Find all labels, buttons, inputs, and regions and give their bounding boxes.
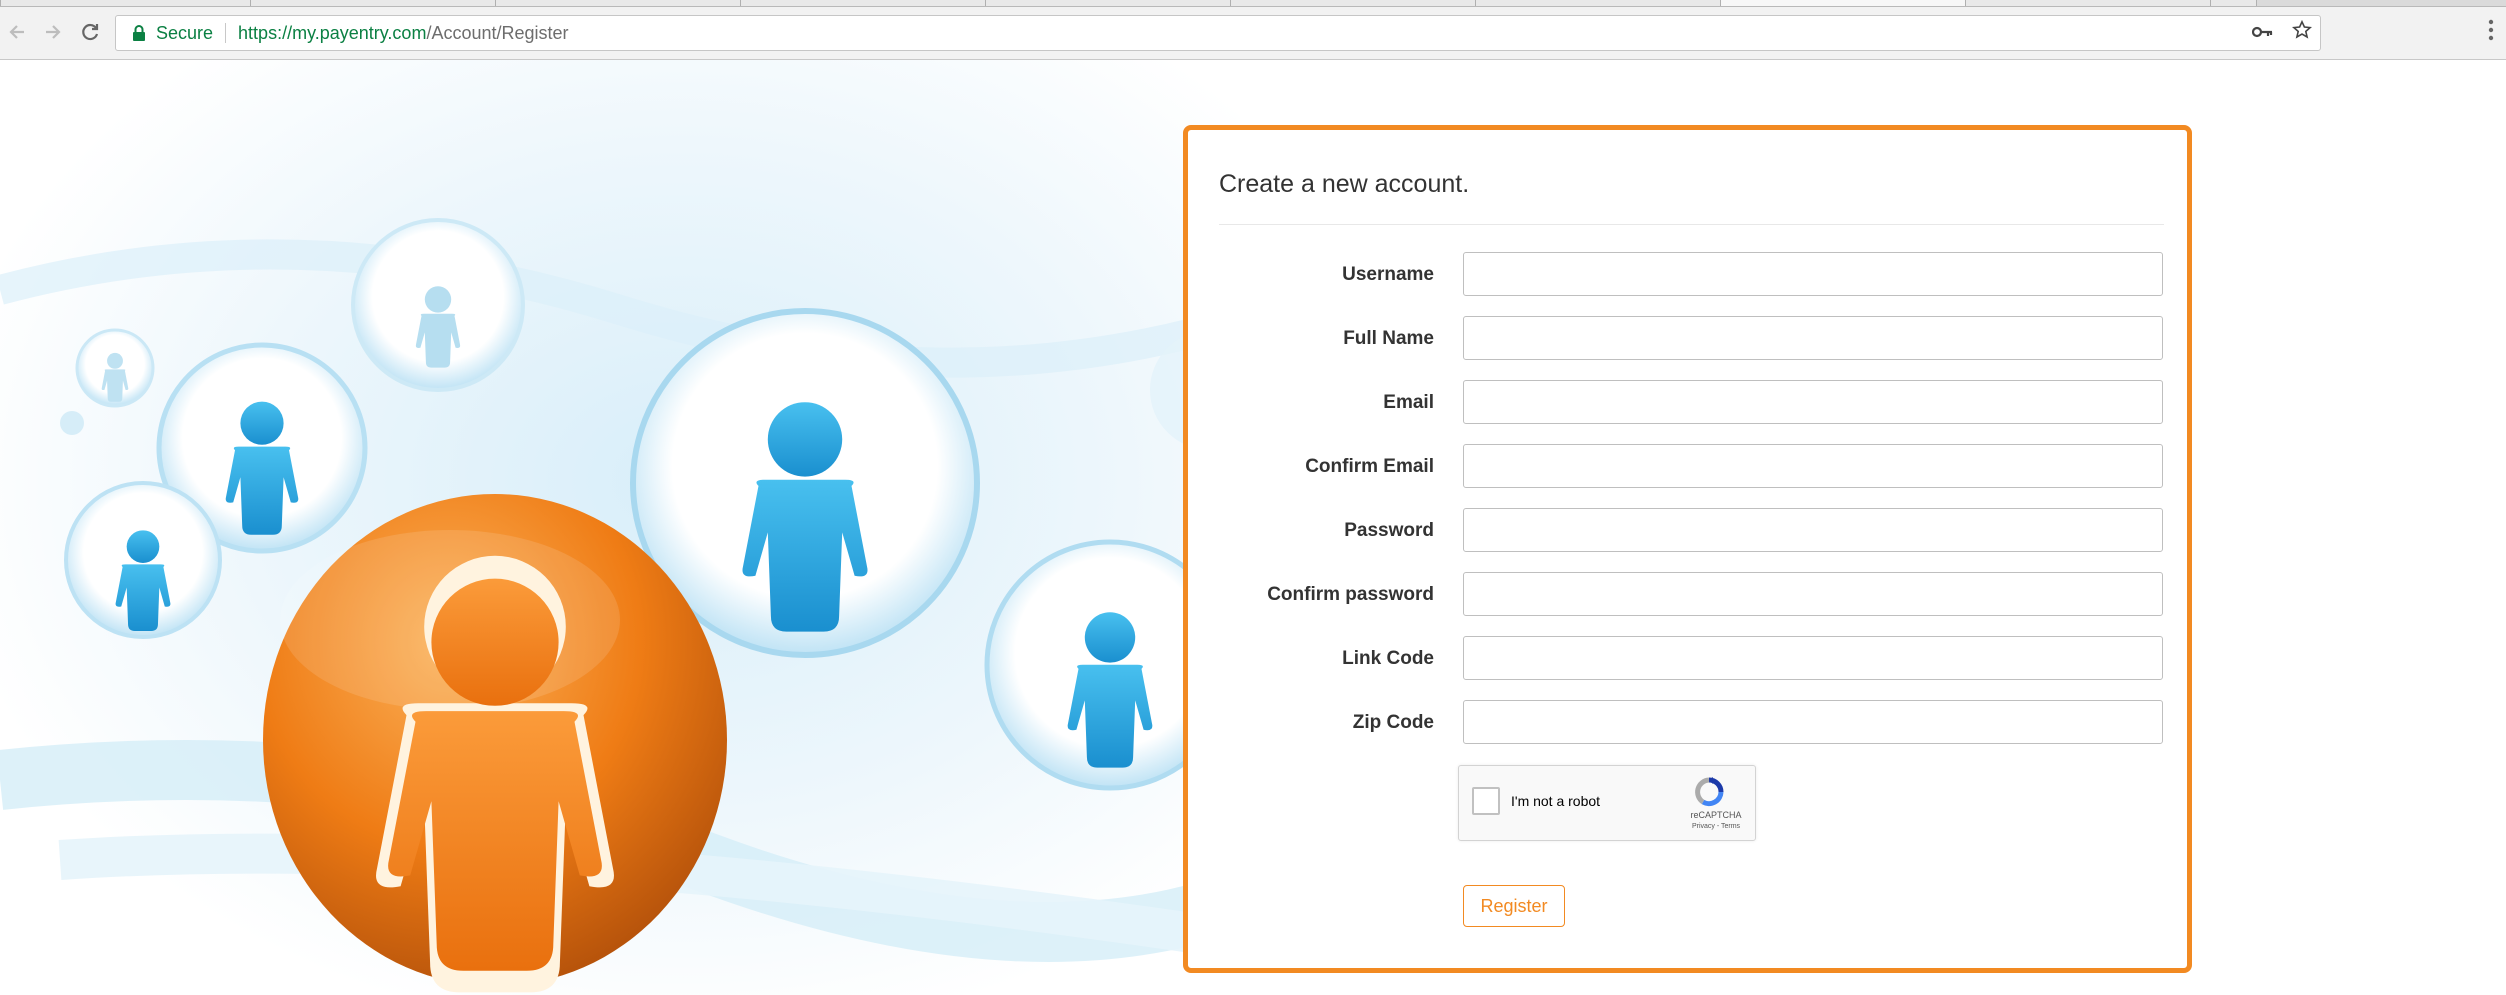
hero-people-illustration	[0, 60, 1240, 995]
zip-code-label: Zip Code	[1352, 712, 1434, 733]
confirm-password-label: Confirm password	[1267, 584, 1434, 605]
browser-tab[interactable]	[1230, 0, 1477, 6]
recaptcha-privacy-terms[interactable]: Privacy - Terms	[1681, 823, 1751, 830]
password-row: Password	[1188, 508, 2197, 554]
menu-dots-icon[interactable]	[2488, 19, 2494, 47]
link-code-row: Link Code	[1188, 636, 2197, 682]
confirm-email-label: Confirm Email	[1305, 456, 1434, 477]
secure-label: Secure	[156, 22, 214, 43]
zip-code-row: Zip Code	[1188, 700, 2197, 746]
email-row: Email	[1188, 380, 2197, 426]
email-label: Email	[1383, 392, 1434, 413]
new-tab-button[interactable]	[2210, 0, 2257, 6]
recaptcha-label: I'm not a robot	[1511, 793, 1601, 809]
browser-tab[interactable]	[1965, 0, 2212, 6]
omnibox-separator	[225, 23, 227, 43]
recaptcha-widget: I'm not a robot reCAPTCHA Privacy - Term…	[1458, 765, 1756, 841]
forward-arrow-icon[interactable]	[38, 17, 68, 47]
zip-code-input[interactable]	[1463, 700, 2163, 744]
lock-icon	[126, 24, 152, 42]
browser-tab[interactable]	[740, 0, 987, 6]
full-name-input[interactable]	[1463, 316, 2163, 360]
browser-tab[interactable]	[495, 0, 742, 6]
recaptcha-checkbox[interactable]	[1472, 787, 1500, 815]
full-name-label: Full Name	[1343, 328, 1434, 349]
recaptcha-brand: reCAPTCHA	[1690, 810, 1742, 820]
browser-tab-strip	[0, 0, 2506, 7]
title-divider	[1219, 224, 2164, 225]
star-icon[interactable]	[2292, 19, 2312, 46]
password-input[interactable]	[1463, 508, 2163, 552]
username-label: Username	[1342, 264, 1434, 285]
browser-tab[interactable]	[250, 0, 497, 6]
browser-tab[interactable]	[985, 0, 1232, 6]
recaptcha-logo-icon	[1695, 777, 1724, 807]
email-input[interactable]	[1463, 380, 2163, 424]
browser-toolbar: Secure https://my.payentry.com/Account/R…	[0, 7, 2506, 60]
browser-tab[interactable]	[1475, 0, 1722, 6]
confirm-email-input[interactable]	[1463, 444, 2163, 488]
url-host: https://my.payentry.com	[238, 22, 427, 43]
confirm-password-input[interactable]	[1463, 572, 2163, 616]
password-label: Password	[1344, 520, 1434, 541]
confirm-password-row: Confirm password	[1188, 572, 2197, 618]
address-bar[interactable]: Secure https://my.payentry.com/Account/R…	[115, 15, 2321, 51]
page-title: Create a new account.	[1219, 170, 1470, 198]
register-panel: Create a new account. Username Full Name…	[1183, 125, 2192, 973]
back-arrow-icon[interactable]	[2, 17, 32, 47]
link-code-input[interactable]	[1463, 636, 2163, 680]
browser-tab[interactable]	[0, 0, 252, 6]
key-icon[interactable]	[2251, 22, 2274, 45]
register-button[interactable]: Register	[1463, 885, 1565, 927]
url-path: /Account/Register	[426, 22, 569, 43]
username-input[interactable]	[1463, 252, 2163, 296]
reload-icon[interactable]	[75, 17, 105, 47]
username-row: Username	[1188, 252, 2197, 298]
full-name-row: Full Name	[1188, 316, 2197, 362]
browser-tab-active[interactable]	[1720, 0, 1967, 6]
confirm-email-row: Confirm Email	[1188, 444, 2197, 490]
link-code-label: Link Code	[1342, 648, 1434, 669]
